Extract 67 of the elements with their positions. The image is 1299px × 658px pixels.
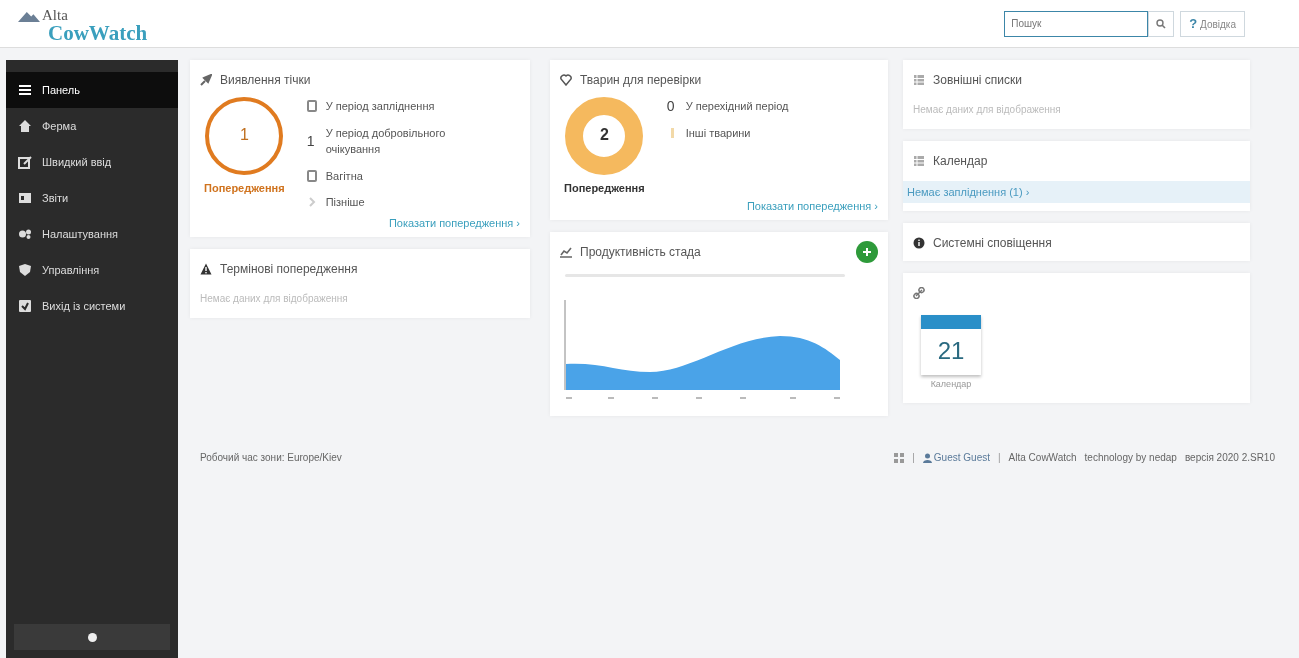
user-icon <box>922 452 932 463</box>
stat-label: Вагітна <box>325 168 364 184</box>
sidebar-item[interactable]: Ферма <box>6 108 178 144</box>
sidebar-item[interactable]: Управління <box>6 252 178 288</box>
logo-text: CowWatch <box>48 22 148 44</box>
circle-icon <box>87 632 97 642</box>
warning-icon <box>200 262 212 275</box>
separator: | <box>998 452 1001 463</box>
gears-icon <box>18 227 32 241</box>
search-button[interactable] <box>1148 10 1175 37</box>
table-icon <box>913 155 925 167</box>
card-title: Зовнішні списки <box>933 73 1022 87</box>
sidebar-item[interactable]: Швидкий ввід <box>6 144 178 180</box>
tag-icon <box>306 169 317 182</box>
edit-icon <box>18 155 32 169</box>
logo-mountain-icon <box>18 10 40 22</box>
card-title: Термінові попередження <box>220 261 358 276</box>
calendar-icon: 21 <box>921 315 981 375</box>
grid-icon <box>894 452 905 463</box>
shield-icon <box>18 263 32 277</box>
version-text: версія 2020 2.SR10 <box>1184 452 1275 463</box>
stat-label: У період добровільного очікування <box>325 125 447 157</box>
sidebar-item[interactable]: Звіти <box>6 180 178 216</box>
chevron-icon <box>306 196 317 209</box>
search-icon <box>1156 18 1167 29</box>
sidebar-item[interactable]: Вихід із системи <box>6 288 178 324</box>
vendor-text: technology by nedap <box>1084 452 1177 463</box>
gauge-label: Попередження <box>204 182 285 194</box>
plus-icon <box>862 247 872 257</box>
help-button[interactable]: ? Довідка <box>1180 10 1245 37</box>
stat-label: Інші тварини <box>685 125 752 141</box>
tag-icon <box>306 100 317 113</box>
calendar-shortcut[interactable]: 21 Календар <box>921 315 981 389</box>
user-link[interactable]: Guest Guest <box>922 452 990 463</box>
rocket-icon <box>200 74 212 86</box>
add-button[interactable] <box>856 241 878 263</box>
empty-note: Немає даних для відображення <box>913 103 1062 117</box>
exit-icon <box>18 299 32 313</box>
table-icon <box>913 74 925 86</box>
card-title: Тварин для перевірки <box>580 73 702 87</box>
empty-note: Немає даних для відображення <box>200 291 349 306</box>
card-title: Календар <box>933 154 988 168</box>
gauge-value: 2 <box>598 126 610 144</box>
card-title: Системні сповіщення <box>933 236 1052 250</box>
stat-label: Пізніше <box>325 195 366 210</box>
area-chart-icon <box>560 246 572 258</box>
gauge-label: Попередження <box>564 182 645 194</box>
stat-label: У період запліднення <box>325 99 436 114</box>
report-icon <box>18 191 32 205</box>
sidebar-item[interactable]: Панель <box>6 72 178 108</box>
sidebar-item[interactable]: Налаштування <box>6 216 178 252</box>
stat-label: У перехідний період <box>685 99 790 114</box>
card-title: Продуктивність стада <box>580 245 701 259</box>
list-icon <box>18 83 32 97</box>
logo-text: Alta <box>42 7 69 23</box>
link-icon <box>913 287 925 299</box>
separator: | <box>912 452 915 463</box>
info-icon <box>913 237 925 249</box>
home-icon <box>18 119 32 133</box>
search-field[interactable]: Пошук <box>1004 10 1149 37</box>
gauge-value: 1 <box>238 126 250 144</box>
heart-icon <box>560 74 572 86</box>
product-name: Alta CowWatch <box>1008 452 1077 463</box>
timezone-text: Робочий час зони: Europe/Kiev <box>200 452 342 463</box>
count: 1 <box>306 133 316 149</box>
card-title: Виявлення тічки <box>220 73 311 87</box>
count: 0 <box>666 98 676 115</box>
